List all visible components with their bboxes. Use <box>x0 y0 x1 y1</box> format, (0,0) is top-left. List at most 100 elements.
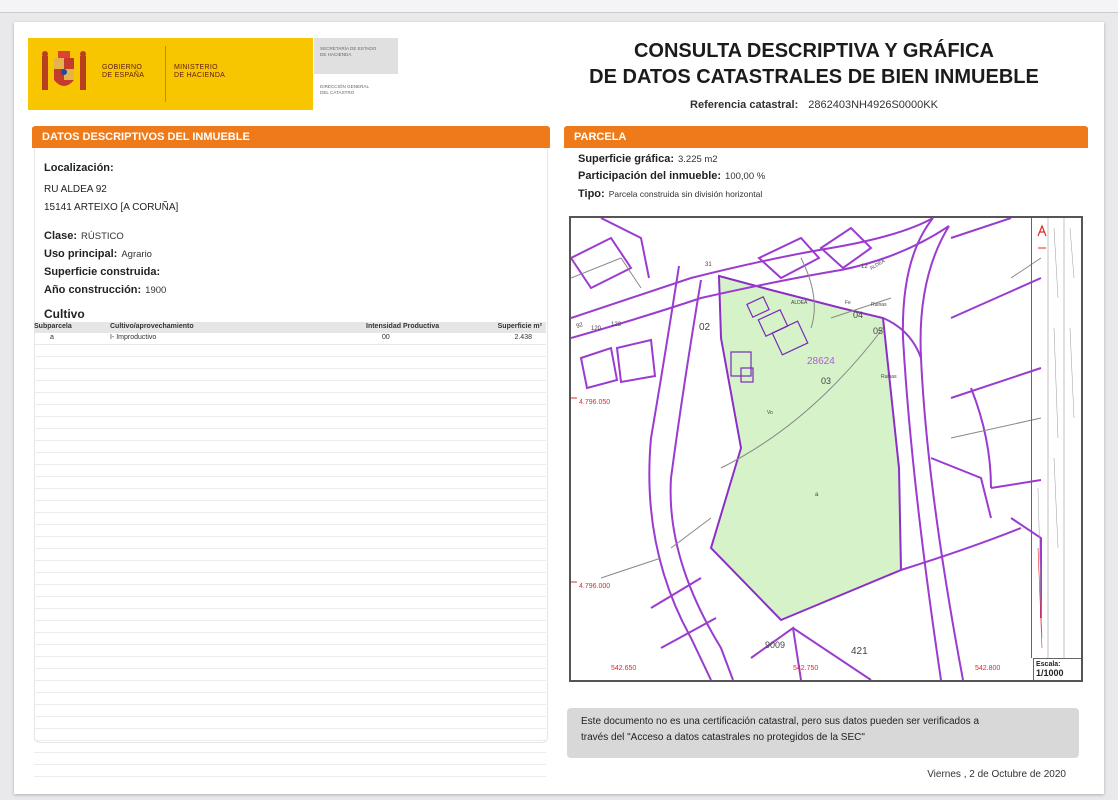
label-9009: 9009 <box>765 640 785 650</box>
empty-table-row <box>34 753 546 765</box>
coord-y-2: 4.796.000 <box>579 583 610 590</box>
label-03: 03 <box>821 376 831 386</box>
empty-table-row <box>34 597 546 609</box>
tipo-row: Tipo: Parcela construida sin división hor… <box>578 188 763 200</box>
localizacion-label: Localización: <box>44 162 114 174</box>
legend-drawing <box>1037 218 1075 658</box>
ref-value: 2862403NH4926S0000KK <box>808 99 938 111</box>
empty-table-row <box>34 645 546 657</box>
label-120: 120 <box>591 326 602 332</box>
label-12: 12 <box>861 264 868 270</box>
label-123: 123 <box>611 322 622 328</box>
table-header: Subparcela Cultivo/aprovechamiento Inten… <box>34 322 546 333</box>
empty-table-row <box>34 513 546 525</box>
empty-table-row <box>34 729 546 741</box>
label-ruinas-2: Ruinas <box>881 374 897 380</box>
anio-value: 1900 <box>145 285 167 296</box>
cultivo-label: Cultivo <box>44 307 85 321</box>
parcel-ref-label: 28624 <box>807 356 835 367</box>
anio-row: Año construcción: 1900 <box>44 284 167 296</box>
empty-table-row <box>34 393 546 405</box>
empty-table-row <box>34 765 546 777</box>
label-02: 02 <box>699 322 711 333</box>
gobierno-espana-text: GOBIERNO DE ESPAÑA <box>102 64 145 79</box>
ministerio-text: MINISTERIO DE HACIENDA <box>174 64 226 79</box>
label-ruinas: Ruinas <box>871 302 887 308</box>
document-title: CONSULTA DESCRIPTIVA Y GRÁFICA DE DATOS … <box>574 38 1054 90</box>
empty-table-row <box>34 717 546 729</box>
title-line-1: CONSULTA DESCRIPTIVA Y GRÁFICA <box>633 40 995 62</box>
label-road-aldea: ALDEA <box>791 300 808 306</box>
logo-divider <box>165 46 166 102</box>
referencia-catastral: Referencia catastral: 2862403NH4926S0000K… <box>574 99 1054 111</box>
empty-table-row <box>34 561 546 573</box>
empty-table-row <box>34 345 546 357</box>
col-cultivo: Cultivo/aprovechamiento <box>110 323 194 330</box>
empty-table-row <box>34 465 546 477</box>
empty-table-row <box>34 621 546 633</box>
document-date: Viernes , 2 de Octubre de 2020 <box>927 769 1066 780</box>
catastro-document: GOBIERNO DE ESPAÑA MINISTERIO DE HACIEND… <box>14 22 1104 794</box>
empty-table-row <box>34 705 546 717</box>
empty-table-row <box>34 573 546 585</box>
secretaria-text: SECRETARÍA DE ESTADO DE HACIENDA <box>320 46 377 57</box>
col-subparcela: Subparcela <box>34 323 72 330</box>
label-04: 04 <box>853 310 863 320</box>
disclaimer-notice: Este documento no es una certificación c… <box>567 708 1079 758</box>
empty-rows <box>34 345 546 777</box>
participacion-row: Participación del inmueble: 100,00 % <box>578 170 766 182</box>
empty-table-row <box>34 405 546 417</box>
empty-table-row <box>34 669 546 681</box>
parcel-map[interactable]: 02 03 04 05 9009 421 a 28624 ALDEA ALDEA… <box>569 216 1083 682</box>
table-row: a I- Improductivo 00 2.438 <box>34 333 546 345</box>
empty-table-row <box>34 417 546 429</box>
empty-table-row <box>34 357 546 369</box>
notice-line-2: través del "Acceso a datos catastrales n… <box>581 732 865 743</box>
col-superficie: Superficie m² <box>497 323 542 330</box>
uso-row: Uso principal: Agrario <box>44 248 152 260</box>
browser-top-bar <box>0 0 1118 13</box>
empty-table-row <box>34 549 546 561</box>
clase-value: RÚSTICO <box>81 231 124 242</box>
coord-x-2: 542.750 <box>793 665 818 672</box>
section-header-datos: DATOS DESCRIPTIVOS DEL INMUEBLE <box>32 126 550 148</box>
empty-table-row <box>34 501 546 513</box>
clase-row: Clase: RÚSTICO <box>44 230 124 242</box>
empty-table-row <box>34 633 546 645</box>
sup-grafica-row: Superficie gráfica: 3.225 m2 <box>578 153 718 165</box>
empty-table-row <box>34 525 546 537</box>
empty-table-row <box>34 693 546 705</box>
coat-of-arms-icon <box>42 51 86 90</box>
escala-label: Escala: <box>1036 661 1061 668</box>
address-line-1: RU ALDEA 92 <box>44 184 107 195</box>
direccion-catastro-text: DIRECCIÓN GENERAL DEL CATASTRO <box>320 84 370 95</box>
empty-table-row <box>34 609 546 621</box>
empty-table-row <box>34 429 546 441</box>
empty-table-row <box>34 453 546 465</box>
label-31: 31 <box>705 262 712 268</box>
coord-x-3: 542.800 <box>975 665 1000 672</box>
label-92: 92 <box>576 322 585 330</box>
section-header-parcela: PARCELA <box>564 126 1088 148</box>
coord-x-1: 542.650 <box>611 665 636 672</box>
empty-table-row <box>34 537 546 549</box>
address-line-2: 15141 ARTEIXO [A CORUÑA] <box>44 202 179 213</box>
notice-line-1: Este documento no es una certificación c… <box>581 716 980 727</box>
cadastral-map-drawing: 02 03 04 05 9009 421 a 28624 ALDEA ALDEA… <box>571 218 1042 680</box>
empty-table-row <box>34 681 546 693</box>
label-vo: Vo <box>767 410 773 416</box>
empty-table-row <box>34 477 546 489</box>
title-line-2: DE DATOS CATASTRALES DE BIEN INMUEBLE <box>589 66 1039 88</box>
gobierno-logo-block: GOBIERNO DE ESPAÑA MINISTERIO DE HACIEND… <box>28 38 313 110</box>
map-scale: Escala: 1/1000 <box>1033 658 1081 680</box>
empty-table-row <box>34 381 546 393</box>
uso-value: Agrario <box>121 249 152 260</box>
ref-label: Referencia catastral: <box>690 99 799 111</box>
escala-value: 1/1000 <box>1036 668 1064 678</box>
coord-y-1: 4.796.050 <box>579 399 610 406</box>
empty-table-row <box>34 657 546 669</box>
empty-table-row <box>34 369 546 381</box>
cultivo-table: Subparcela Cultivo/aprovechamiento Inten… <box>34 322 546 777</box>
tipo-value: Parcela construida sin división horizont… <box>608 189 763 199</box>
map-legend <box>1031 218 1082 658</box>
